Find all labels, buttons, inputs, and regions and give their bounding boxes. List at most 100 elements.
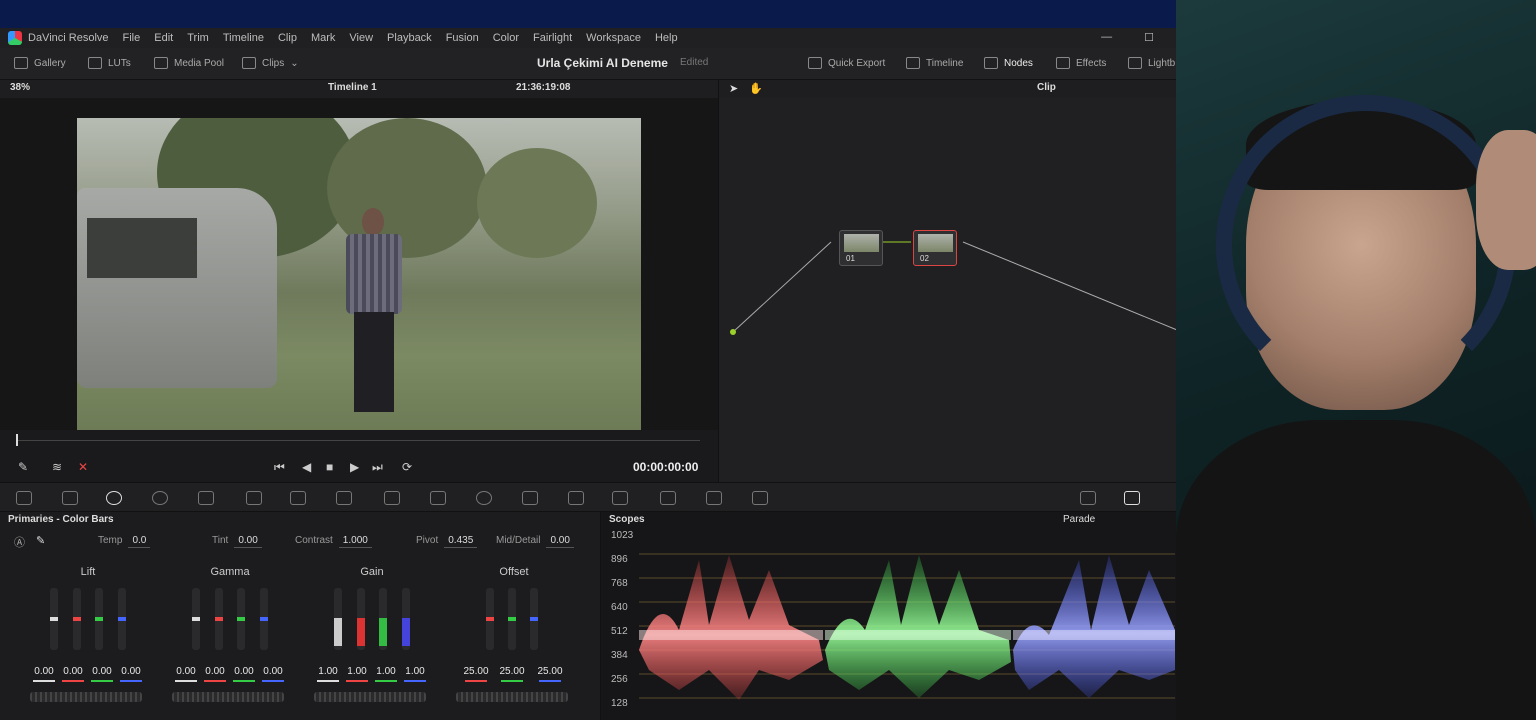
timeline-button[interactable]: Timeline: [906, 57, 963, 69]
gamma-blue-slider[interactable]: [260, 588, 268, 650]
nodes-button[interactable]: Nodes: [984, 57, 1033, 69]
color-wheels-icon[interactable]: [106, 491, 122, 505]
tint-param[interactable]: Tint 0.00: [212, 534, 262, 548]
timeline-selector[interactable]: Timeline 1: [328, 82, 377, 93]
gamma-red-slider[interactable]: [215, 588, 223, 650]
gamma-jog-wheel[interactable]: [172, 692, 284, 702]
gain-jog-wheel[interactable]: [314, 692, 426, 702]
node-01[interactable]: 01: [839, 230, 883, 266]
hdr-wheels-icon[interactable]: [152, 491, 168, 505]
lift-red-slider[interactable]: [73, 588, 81, 650]
menu-fusion[interactable]: Fusion: [446, 32, 479, 44]
menu-view[interactable]: View: [349, 32, 373, 44]
minimize-icon[interactable]: —: [1101, 31, 1112, 44]
3d-icon[interactable]: [752, 491, 768, 505]
curves-icon[interactable]: [290, 491, 306, 505]
gamma-green-slider[interactable]: [237, 588, 245, 650]
effects-button[interactable]: Effects: [1056, 57, 1106, 69]
contrast-value[interactable]: 1.000: [338, 534, 372, 548]
auto-balance-icon[interactable]: Ⓐ: [14, 534, 25, 550]
picker-icon[interactable]: ✎: [18, 460, 28, 474]
temp-param[interactable]: Temp 0.0: [98, 534, 151, 548]
menu-edit[interactable]: Edit: [154, 32, 173, 44]
gain-green-slider[interactable]: [379, 588, 387, 650]
contrast-param[interactable]: Contrast 1.000: [295, 534, 372, 548]
middetail-param[interactable]: Mid/Detail 0.00: [496, 534, 574, 548]
offset-green-value[interactable]: 25.00: [496, 666, 528, 682]
gain-blue-slider[interactable]: [402, 588, 410, 650]
zoom-level[interactable]: 38%: [10, 82, 30, 93]
pivot-value[interactable]: 0.435: [444, 534, 478, 548]
lift-red-value[interactable]: 0.00: [59, 666, 87, 682]
lift-master-value[interactable]: 0.00: [30, 666, 58, 682]
lift-master-slider[interactable]: [50, 588, 58, 650]
menu-trim[interactable]: Trim: [187, 32, 209, 44]
viewer-scrubber[interactable]: [0, 430, 718, 452]
clips-button[interactable]: Clips ⌄: [242, 57, 299, 69]
menu-mark[interactable]: Mark: [311, 32, 335, 44]
gamma-green-value[interactable]: 0.00: [230, 666, 258, 682]
menu-clip[interactable]: Clip: [278, 32, 297, 44]
gamma-master-value[interactable]: 0.00: [172, 666, 200, 682]
play-reverse-icon[interactable]: ◀: [302, 460, 311, 474]
lift-green-slider[interactable]: [95, 588, 103, 650]
hand-icon[interactable]: ✋: [749, 82, 763, 95]
quick-export-button[interactable]: Quick Export: [808, 57, 885, 69]
temp-value[interactable]: 0.0: [128, 534, 151, 548]
offset-red-slider[interactable]: [486, 588, 494, 650]
key-icon[interactable]: [660, 491, 676, 505]
pivot-param[interactable]: Pivot 0.435: [416, 534, 478, 548]
playhead[interactable]: [16, 434, 18, 446]
play-icon[interactable]: ▶: [350, 460, 359, 474]
magic-mask-icon[interactable]: [568, 491, 584, 505]
menu-timeline[interactable]: Timeline: [223, 32, 264, 44]
rgb-mixer-icon[interactable]: [198, 491, 214, 505]
luts-button[interactable]: LUTs: [88, 57, 131, 69]
offset-jog-wheel[interactable]: [456, 692, 568, 702]
gamma-red-value[interactable]: 0.00: [201, 666, 229, 682]
gain-master-slider[interactable]: [334, 588, 342, 650]
menu-file[interactable]: File: [123, 32, 141, 44]
eyedropper-icon[interactable]: [430, 491, 446, 505]
qualifier-icon[interactable]: [384, 491, 400, 505]
lift-blue-value[interactable]: 0.00: [117, 666, 145, 682]
menu-workspace[interactable]: Workspace: [586, 32, 641, 44]
window-icon[interactable]: [476, 491, 492, 505]
menu-help[interactable]: Help: [655, 32, 678, 44]
lift-green-value[interactable]: 0.00: [88, 666, 116, 682]
lift-jog-wheel[interactable]: [30, 692, 142, 702]
picker-icon[interactable]: ✎: [36, 534, 45, 547]
media-pool-button[interactable]: Media Pool: [154, 57, 224, 69]
stop-icon[interactable]: ■: [326, 460, 333, 474]
skip-start-icon[interactable]: ⏮: [274, 460, 285, 475]
tint-value[interactable]: 0.00: [234, 534, 262, 548]
layers-icon[interactable]: ≋: [52, 460, 62, 474]
color-match-icon[interactable]: [62, 491, 78, 505]
pointer-icon[interactable]: ➤: [729, 82, 738, 95]
offset-green-slider[interactable]: [508, 588, 516, 650]
gain-red-slider[interactable]: [357, 588, 365, 650]
gain-red-value[interactable]: 1.00: [343, 666, 371, 682]
gain-green-value[interactable]: 1.00: [372, 666, 400, 682]
gamma-master-slider[interactable]: [192, 588, 200, 650]
node-mode-selector[interactable]: Clip: [1037, 82, 1056, 93]
gain-master-value[interactable]: 1.00: [314, 666, 342, 682]
blur-icon[interactable]: [612, 491, 628, 505]
loop-icon[interactable]: ⟳: [402, 460, 412, 474]
maximize-icon[interactable]: ☐: [1144, 31, 1154, 44]
middetail-value[interactable]: 0.00: [546, 534, 574, 548]
gamma-blue-value[interactable]: 0.00: [259, 666, 287, 682]
keyframes-icon[interactable]: [1080, 491, 1096, 505]
menu-color[interactable]: Color: [493, 32, 519, 44]
tracker-icon[interactable]: [522, 491, 538, 505]
offset-blue-slider[interactable]: [530, 588, 538, 650]
gain-blue-value[interactable]: 1.00: [401, 666, 429, 682]
menu-playback[interactable]: Playback: [387, 32, 432, 44]
motion-effects-icon[interactable]: [246, 491, 262, 505]
scopes-icon[interactable]: [1124, 491, 1140, 505]
scope-mode-selector[interactable]: Parade: [1063, 514, 1095, 525]
gallery-button[interactable]: Gallery: [14, 57, 66, 69]
menu-fairlight[interactable]: Fairlight: [533, 32, 572, 44]
color-warper-icon[interactable]: [336, 491, 352, 505]
node-02[interactable]: 02: [913, 230, 957, 266]
